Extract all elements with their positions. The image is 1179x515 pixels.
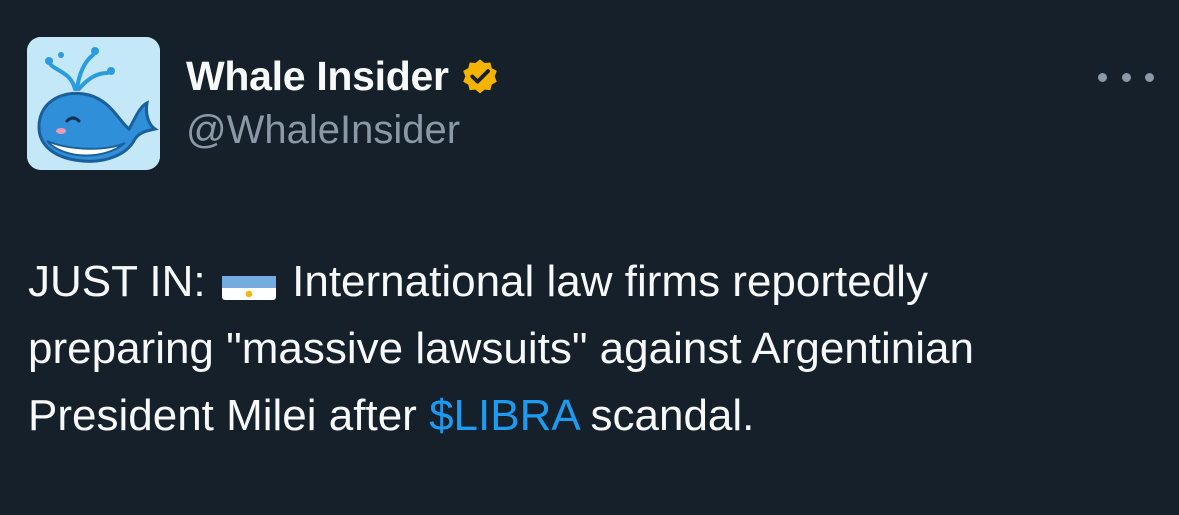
ellipsis-icon [1145, 72, 1154, 82]
tweet-line3-start: President Milei after [28, 391, 430, 440]
argentina-flag-icon [221, 264, 276, 300]
more-options-button[interactable] [1098, 62, 1154, 92]
ellipsis-icon [1121, 72, 1131, 82]
avatar[interactable] [27, 37, 160, 170]
whale-icon [27, 37, 160, 170]
tweet-prefix: JUST IN: [28, 257, 206, 306]
tweet: Whale Insider @WhaleInsider JUST IN: Int… [0, 0, 1179, 515]
author-name-row: Whale Insider [186, 52, 501, 100]
tweet-text-line: President Milei after $LIBRA scandal. [28, 382, 1158, 449]
tweet-text-line: JUST IN: International law firms reporte… [28, 248, 1158, 315]
tweet-text-line: preparing "massive lawsuits" against Arg… [28, 324, 974, 373]
verified-badge-icon [459, 55, 501, 97]
tweet-text: JUST IN: International law firms reporte… [28, 248, 1158, 449]
cashtag-link[interactable]: $LIBRA [429, 391, 578, 440]
tweet-line1-rest: International law firms reportedly [292, 257, 928, 306]
tweet-line3-end: scandal. [578, 391, 755, 440]
author-handle[interactable]: @WhaleInsider [186, 108, 460, 153]
author-display-name[interactable]: Whale Insider [186, 53, 449, 100]
ellipsis-icon [1098, 72, 1107, 82]
